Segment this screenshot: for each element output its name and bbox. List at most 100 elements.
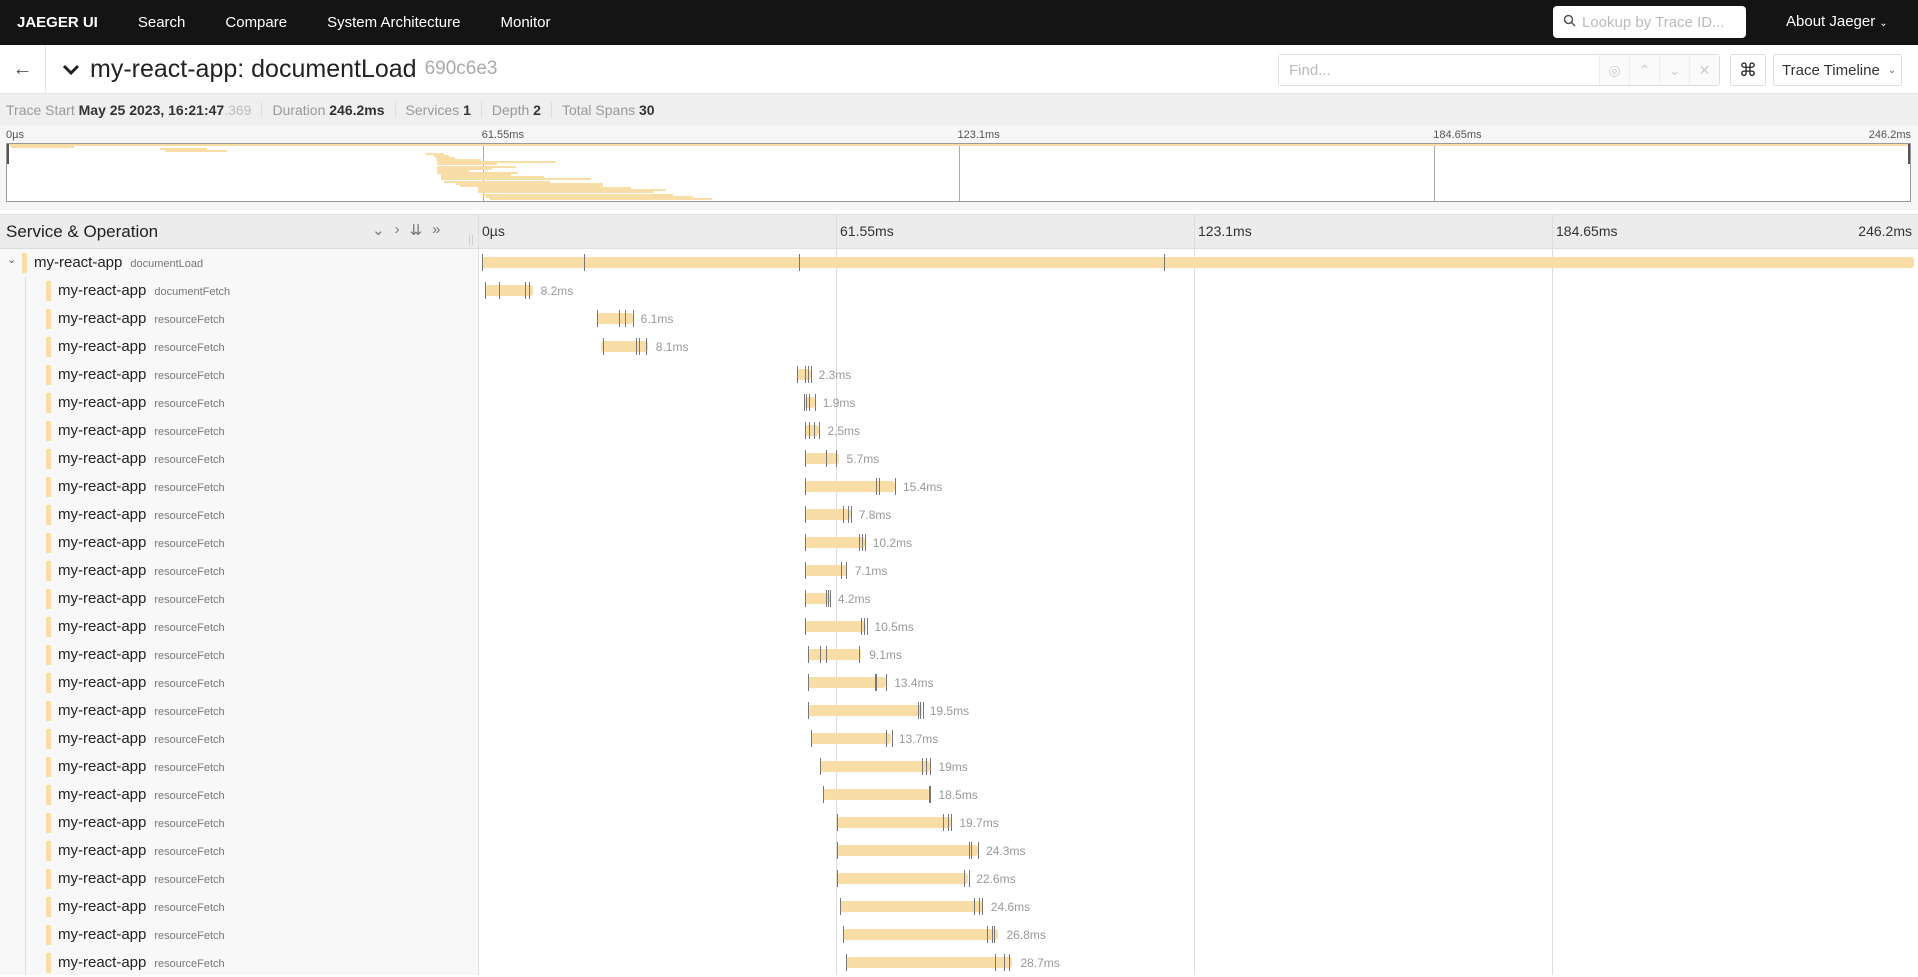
- span-log-marker[interactable]: [930, 758, 932, 775]
- nav-search[interactable]: Search: [138, 14, 186, 31]
- minimap-left-handle[interactable]: [7, 144, 9, 164]
- span-log-marker[interactable]: [867, 618, 869, 635]
- span-log-marker[interactable]: [892, 730, 894, 747]
- span-log-marker[interactable]: [646, 338, 648, 355]
- span-log-marker[interactable]: [840, 562, 842, 579]
- span-log-marker[interactable]: [943, 814, 945, 831]
- keyboard-shortcuts-button[interactable]: ⌘: [1730, 54, 1766, 86]
- span-log-marker[interactable]: [805, 394, 807, 411]
- span-log-marker[interactable]: [926, 758, 928, 775]
- span-log-marker[interactable]: [947, 814, 949, 831]
- span-log-marker[interactable]: [950, 814, 952, 831]
- span-row-name[interactable]: my-react-app resourceFetch: [0, 837, 479, 865]
- span-row-name[interactable]: my-react-app resourceFetch: [0, 865, 479, 893]
- span-log-marker[interactable]: [809, 422, 811, 439]
- span-log-marker[interactable]: [798, 254, 800, 271]
- span-log-marker[interactable]: [808, 702, 810, 719]
- span-log-marker[interactable]: [625, 310, 627, 327]
- span-log-marker[interactable]: [797, 366, 799, 383]
- span-log-marker[interactable]: [828, 590, 830, 607]
- span-log-marker[interactable]: [930, 786, 932, 803]
- span-row-name[interactable]: my-react-app resourceFetch: [0, 949, 479, 977]
- next-match-button[interactable]: ⌄: [1659, 55, 1689, 85]
- span-log-marker[interactable]: [848, 506, 850, 523]
- minimap-right-handle[interactable]: [1908, 144, 1910, 164]
- span-log-marker[interactable]: [846, 562, 848, 579]
- span-row-name[interactable]: my-react-app resourceFetch: [0, 473, 479, 501]
- find-input[interactable]: [1279, 55, 1599, 85]
- span-log-marker[interactable]: [811, 730, 813, 747]
- view-mode-select[interactable]: Trace Timeline ⌄: [1773, 54, 1902, 86]
- span-log-marker[interactable]: [842, 926, 844, 943]
- span-log-marker[interactable]: [830, 590, 832, 607]
- span-log-marker[interactable]: [995, 954, 996, 971]
- span-bar[interactable]: [805, 621, 867, 632]
- span-bar[interactable]: [845, 957, 1013, 968]
- span-log-marker[interactable]: [969, 870, 971, 887]
- collapse-one-icon[interactable]: ⌄: [372, 221, 385, 239]
- span-log-marker[interactable]: [994, 926, 996, 943]
- span-row-name[interactable]: my-react-app resourceFetch: [0, 557, 479, 585]
- span-log-marker[interactable]: [819, 646, 821, 663]
- collapse-detail-toggle[interactable]: [62, 56, 80, 82]
- span-log-marker[interactable]: [876, 674, 878, 691]
- span-log-marker[interactable]: [803, 394, 805, 411]
- span-log-marker[interactable]: [894, 478, 896, 495]
- span-bar[interactable]: [805, 481, 895, 492]
- span-log-marker[interactable]: [836, 814, 838, 831]
- span-bar[interactable]: [836, 845, 979, 856]
- span-log-marker[interactable]: [810, 366, 812, 383]
- span-bar[interactable]: [836, 873, 969, 884]
- expand-one-icon[interactable]: ›: [395, 221, 400, 239]
- span-log-marker[interactable]: [619, 310, 621, 327]
- about-jaeger-menu[interactable]: About Jaeger ⌄: [1786, 13, 1888, 30]
- span-row-name[interactable]: my-react-app resourceFetch: [0, 641, 479, 669]
- span-log-marker[interactable]: [826, 450, 828, 467]
- span-log-marker[interactable]: [963, 870, 965, 887]
- span-log-marker[interactable]: [862, 534, 864, 551]
- span-log-marker[interactable]: [639, 338, 641, 355]
- span-log-marker[interactable]: [1003, 954, 1005, 971]
- span-log-marker[interactable]: [808, 646, 810, 663]
- span-row-name[interactable]: my-react-app resourceFetch: [0, 585, 479, 613]
- span-row-name[interactable]: my-react-app resourceFetch: [0, 305, 479, 333]
- span-row-name[interactable]: my-react-app resourceFetch: [0, 361, 479, 389]
- span-log-marker[interactable]: [921, 758, 923, 775]
- span-row-name[interactable]: my-react-app resourceFetch: [0, 389, 479, 417]
- nav-compare[interactable]: Compare: [225, 14, 287, 31]
- span-bar[interactable]: [836, 817, 952, 828]
- clear-find-button[interactable]: ✕: [1689, 55, 1719, 85]
- span-log-marker[interactable]: [822, 786, 824, 803]
- span-log-marker[interactable]: [845, 954, 847, 971]
- span-bar[interactable]: [808, 705, 922, 716]
- span-row-name[interactable]: my-react-app resourceFetch: [0, 529, 479, 557]
- span-log-marker[interactable]: [919, 702, 921, 719]
- span-row-name[interactable]: ⌄ my-react-app documentLoad: [0, 249, 479, 277]
- span-row-name[interactable]: my-react-app resourceFetch: [0, 669, 479, 697]
- span-log-marker[interactable]: [863, 618, 865, 635]
- span-bar[interactable]: [805, 453, 839, 464]
- span-row-name[interactable]: my-react-app resourceFetch: [0, 445, 479, 473]
- chevron-down-icon[interactable]: ⌄: [7, 253, 16, 266]
- column-resize-handle[interactable]: [469, 235, 473, 245]
- span-log-marker[interactable]: [583, 254, 585, 271]
- span-row-name[interactable]: my-react-app resourceFetch: [0, 753, 479, 781]
- span-bar[interactable]: [805, 537, 865, 548]
- span-log-marker[interactable]: [859, 646, 861, 663]
- span-log-marker[interactable]: [805, 450, 807, 467]
- span-log-marker[interactable]: [814, 422, 816, 439]
- span-log-marker[interactable]: [597, 310, 599, 327]
- span-log-marker[interactable]: [819, 758, 821, 775]
- span-log-marker[interactable]: [805, 534, 807, 551]
- span-log-marker[interactable]: [992, 926, 994, 943]
- span-log-marker[interactable]: [836, 870, 838, 887]
- span-log-marker[interactable]: [636, 338, 638, 355]
- span-log-marker[interactable]: [836, 450, 838, 467]
- span-log-marker[interactable]: [836, 842, 838, 859]
- span-log-marker[interactable]: [860, 618, 862, 635]
- span-log-marker[interactable]: [864, 534, 866, 551]
- span-log-marker[interactable]: [825, 646, 827, 663]
- span-bar[interactable]: [811, 733, 891, 744]
- expand-all-icon[interactable]: »: [432, 221, 440, 239]
- locate-button[interactable]: ◎: [1599, 55, 1629, 85]
